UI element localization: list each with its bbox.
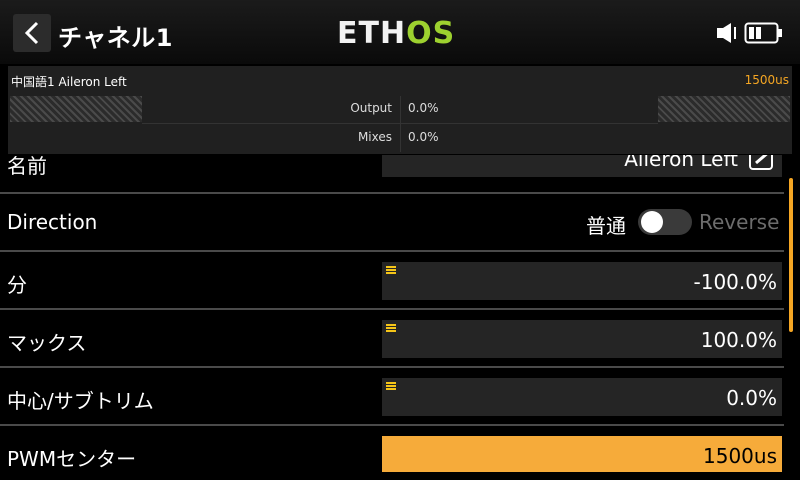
pwm-row[interactable]: PWMセンター 1500us (0, 426, 784, 480)
center-label: 中心/サブトリム (7, 389, 154, 413)
monitor-header: 中国語1 Aileron Left 1500us (8, 66, 792, 94)
menu-icon (386, 324, 396, 332)
center-field[interactable]: 0.0% (382, 378, 782, 416)
page-title: チャネル1 (58, 24, 173, 52)
max-value: 100.0% (700, 328, 777, 352)
menu-icon (386, 266, 396, 274)
direction-reverse-label: Reverse (699, 210, 780, 234)
ethos-logo: ETHOS (337, 16, 456, 51)
direction-row[interactable]: Direction 普通 Reverse (0, 194, 784, 252)
back-button[interactable] (13, 14, 51, 52)
monitor-channel-name: 中国語1 Aileron Left (11, 75, 127, 89)
monitor-row-divider (142, 123, 658, 124)
pwm-value: 1500us (703, 444, 777, 468)
direction-label: Direction (7, 210, 98, 234)
min-row[interactable]: 分 -100.0% (0, 252, 784, 310)
monitor-channel-value: 1500us (744, 73, 789, 87)
toggle-knob (641, 211, 663, 233)
name-value: Aileron Left (624, 155, 738, 171)
output-label: Output (350, 101, 392, 115)
max-field[interactable]: 100.0% (382, 320, 782, 358)
edit-icon[interactable] (748, 155, 776, 171)
channel-monitor: 中国語1 Aileron Left 1500us Output 0.0% Mix… (8, 66, 792, 154)
name-label: 名前 (7, 155, 47, 178)
menu-icon (386, 382, 396, 390)
pwm-label: PWMセンター (7, 447, 137, 471)
scrollbar[interactable] (789, 178, 793, 332)
battery-icon (744, 22, 782, 44)
max-label: マックス (7, 331, 87, 355)
min-field[interactable]: -100.0% (382, 262, 782, 300)
speaker-icon[interactable] (716, 22, 740, 44)
output-value: 0.0% (408, 101, 439, 115)
name-field[interactable]: Aileron Left (382, 155, 782, 177)
output-bar-left (10, 96, 142, 122)
center-value: 0.0% (726, 386, 777, 410)
mixes-value: 0.0% (408, 130, 439, 144)
direction-normal-label: 普通 (586, 214, 626, 238)
name-row[interactable]: 名前 Aileron Left (0, 155, 784, 188)
mixes-label: Mixes (357, 130, 392, 144)
settings-list[interactable]: 名前 Aileron Left Direction 普通 Reverse 分 -… (0, 155, 800, 480)
center-row[interactable]: 中心/サブトリム 0.0% (0, 368, 784, 426)
max-row[interactable]: マックス 100.0% (0, 310, 784, 368)
min-value: -100.0% (693, 270, 777, 294)
min-label: 分 (7, 273, 27, 297)
output-bar-right (658, 96, 790, 122)
title-bar: チャネル1 ETHOS (0, 0, 800, 64)
chevron-left-icon (24, 21, 39, 45)
pwm-field[interactable]: 1500us (382, 436, 782, 472)
monitor-divider (400, 96, 401, 152)
direction-toggle[interactable] (638, 209, 692, 235)
